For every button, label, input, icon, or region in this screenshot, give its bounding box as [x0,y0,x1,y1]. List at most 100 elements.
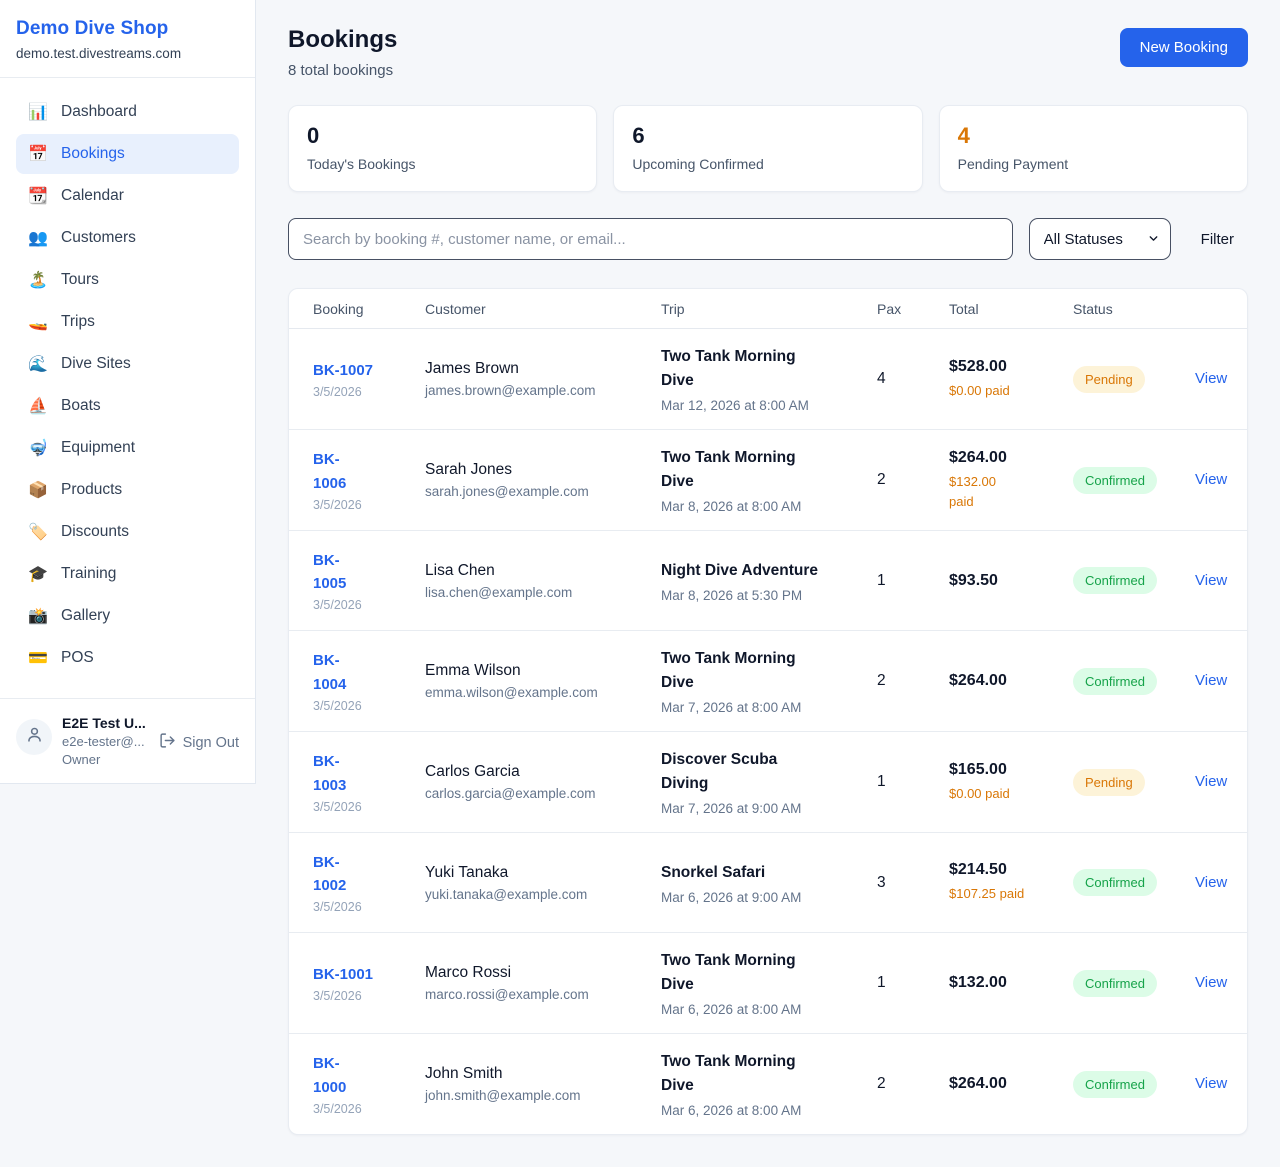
trip-cell: Two Tank Morning Dive Mar 12, 2026 at 8:… [661,345,877,413]
sidebar-item-gallery[interactable]: 📸Gallery [16,596,239,636]
booking-cell: BK- 1006 3/5/2026 [313,448,425,512]
view-link[interactable]: View [1195,471,1227,488]
trip-datetime: Mar 8, 2026 at 5:30 PM [661,588,865,603]
sidebar-item-training[interactable]: 🎓Training [16,554,239,594]
sidebar-item-boats[interactable]: ⛵Boats [16,386,239,426]
sidebar-item-tours[interactable]: 🏝️Tours [16,260,239,300]
total-amount: $132.00 [949,974,1061,992]
trip-name: Discover Scuba Diving [661,748,865,796]
sidebar-item-label: Trips [61,313,95,331]
customer-name: Marco Rossi [425,964,649,982]
view-link[interactable]: View [1195,773,1227,790]
customer-cell: Marco Rossi marco.rossi@example.com [425,964,661,1002]
stat-card-upcoming-confirmed: 6 Upcoming Confirmed [613,105,922,192]
status-cell: Confirmed [1073,869,1195,896]
booking-cell: BK-1001 3/5/2026 [313,963,425,1003]
status-badge: Confirmed [1073,970,1157,997]
customer-cell: Emma Wilson emma.wilson@example.com [425,662,661,700]
view-link[interactable]: View [1195,370,1227,387]
filter-button[interactable]: Filter [1187,223,1248,256]
booking-id-link[interactable]: BK- 1000 [313,1052,346,1099]
shop-domain: demo.test.divestreams.com [16,46,239,61]
tours-icon: 🏝️ [28,270,48,290]
trip-datetime: Mar 6, 2026 at 8:00 AM [661,1002,865,1017]
stat-label: Pending Payment [958,156,1229,172]
actions-cell: View [1195,572,1239,590]
booking-date: 3/5/2026 [313,699,413,713]
user-block: E2E Test U... e2e-tester@... Owner Sign … [0,698,255,783]
total-amount: $93.50 [949,572,1061,590]
total-cell: $264.00 [949,672,1073,690]
user-email: e2e-tester@... [62,734,149,749]
customer-name: John Smith [425,1065,649,1083]
search-input[interactable] [288,218,1013,260]
sidebar-item-bookings[interactable]: 📅Bookings [16,134,239,174]
view-link[interactable]: View [1195,572,1227,589]
booking-cell: BK- 1004 3/5/2026 [313,649,425,713]
booking-date: 3/5/2026 [313,900,413,914]
trip-name: Two Tank Morning Dive [661,647,865,695]
customer-email: john.smith@example.com [425,1088,649,1103]
sidebar-item-products[interactable]: 📦Products [16,470,239,510]
sign-out-button[interactable]: Sign Out [159,732,239,753]
sidebar-item-label: Dive Sites [61,355,131,373]
total-cell: $264.00 [949,1075,1073,1093]
booking-id-link[interactable]: BK- 1002 [313,851,346,898]
sidebar-item-pos[interactable]: 💳POS [16,638,239,678]
stat-label: Upcoming Confirmed [632,156,903,172]
customer-name: Lisa Chen [425,562,649,580]
booking-id-link[interactable]: BK- 1006 [313,448,346,495]
sidebar-item-equipment[interactable]: 🤿Equipment [16,428,239,468]
sidebar-item-dashboard[interactable]: 📊Dashboard [16,92,239,132]
total-amount: $264.00 [949,672,1061,690]
booking-id-link[interactable]: BK- 1004 [313,649,346,696]
customer-email: lisa.chen@example.com [425,585,649,600]
status-badge: Confirmed [1073,1071,1157,1098]
status-badge: Pending [1073,366,1145,393]
sidebar-item-label: Dashboard [61,103,137,121]
sidebar-item-trips[interactable]: 🚤Trips [16,302,239,342]
status-cell: Confirmed [1073,1071,1195,1098]
trip-datetime: Mar 7, 2026 at 8:00 AM [661,700,865,715]
total-cell: $528.00 $0.00 paid [949,358,1073,401]
trip-name: Snorkel Safari [661,861,865,885]
table-header-row: Booking Customer Trip Pax Total Status [289,289,1247,329]
status-filter-select[interactable]: All Statuses [1029,218,1171,260]
table-row: BK- 1005 3/5/2026 Lisa Chen lisa.chen@ex… [289,531,1247,631]
status-cell: Confirmed [1073,467,1195,494]
pax-cell: 2 [877,672,949,690]
avatar [16,719,52,755]
sidebar: Demo Dive Shop demo.test.divestreams.com… [0,0,256,784]
stat-value: 4 [958,123,1229,149]
status-badge: Pending [1073,769,1145,796]
trip-name: Night Dive Adventure [661,559,865,583]
total-amount: $214.50 [949,861,1061,879]
shop-name: Demo Dive Shop [16,18,239,40]
table-row: BK- 1004 3/5/2026 Emma Wilson emma.wilso… [289,631,1247,732]
customer-email: marco.rossi@example.com [425,987,649,1002]
sidebar-item-dive-sites[interactable]: 🌊Dive Sites [16,344,239,384]
new-booking-button[interactable]: New Booking [1120,28,1248,67]
booking-id-link[interactable]: BK-1001 [313,963,373,986]
booking-id-link[interactable]: BK-1007 [313,359,373,382]
sidebar-item-customers[interactable]: 👥 Customers [16,218,239,258]
booking-id-link[interactable]: BK- 1003 [313,750,346,797]
customers-icon: 👥 [28,228,48,248]
view-link[interactable]: View [1195,974,1227,991]
view-link[interactable]: View [1195,874,1227,891]
trip-datetime: Mar 6, 2026 at 8:00 AM [661,1103,865,1118]
sidebar-item-label: Customers [61,229,136,247]
customer-email: emma.wilson@example.com [425,685,649,700]
view-link[interactable]: View [1195,672,1227,689]
view-link[interactable]: View [1195,1075,1227,1092]
actions-cell: View [1195,1075,1239,1093]
sidebar-item-discounts[interactable]: 🏷️Discounts [16,512,239,552]
status-badge: Confirmed [1073,869,1157,896]
trip-datetime: Mar 7, 2026 at 9:00 AM [661,801,865,816]
gallery-icon: 📸 [28,606,48,626]
total-cell: $132.00 [949,974,1073,992]
stat-value: 6 [632,123,903,149]
sidebar-item-calendar[interactable]: 📆Calendar [16,176,239,216]
booking-id-link[interactable]: BK- 1005 [313,549,346,596]
sidebar-item-label: Calendar [61,187,124,205]
